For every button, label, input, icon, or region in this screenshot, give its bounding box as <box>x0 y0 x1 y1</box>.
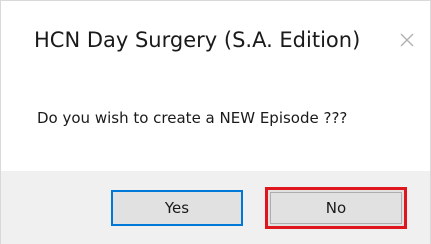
no-button-face[interactable]: No <box>270 192 402 224</box>
no-button-label: No <box>325 199 347 217</box>
dialog-titlebar: HCN Day Surgery (S.A. Edition) <box>1 1 430 83</box>
dialog-button-bar: Yes No <box>1 171 430 244</box>
yes-button[interactable]: Yes <box>111 190 243 226</box>
dialog-message: Do you wish to create a NEW Episode ??? <box>37 109 348 127</box>
dialog-title: HCN Day Surgery (S.A. Edition) <box>34 28 361 52</box>
yes-button-label: Yes <box>164 199 190 217</box>
message-dialog: HCN Day Surgery (S.A. Edition) Do you wi… <box>0 0 431 244</box>
close-icon[interactable] <box>397 30 417 50</box>
no-button[interactable]: No <box>265 187 407 229</box>
